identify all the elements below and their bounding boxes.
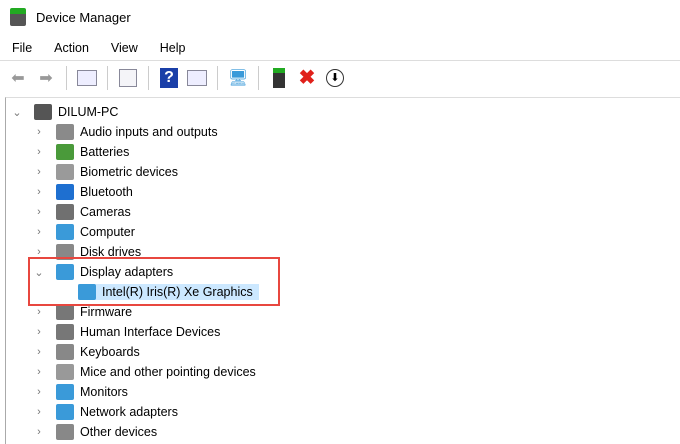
- chevron-right-icon[interactable]: ›: [34, 346, 44, 358]
- tree-item[interactable]: › Network adapters: [37, 402, 178, 422]
- speaker-icon: [56, 124, 74, 140]
- computer-icon: [56, 224, 74, 240]
- chevron-right-icon[interactable]: ›: [34, 406, 44, 418]
- computer-icon: [34, 104, 52, 120]
- tree-item[interactable]: › Cameras: [37, 202, 131, 222]
- menu-action[interactable]: Action: [54, 41, 89, 55]
- disable-icon[interactable]: ⬇: [323, 66, 347, 90]
- tree-item[interactable]: › Computer: [37, 222, 135, 242]
- title-bar: Device Manager: [0, 0, 680, 34]
- chevron-right-icon[interactable]: ›: [34, 186, 44, 198]
- menu-help[interactable]: Help: [160, 41, 186, 55]
- item-label: Batteries: [80, 145, 130, 159]
- show-action-pane-icon[interactable]: [185, 66, 209, 90]
- update-driver-icon[interactable]: [267, 66, 291, 90]
- chevron-right-icon[interactable]: ›: [34, 146, 44, 158]
- item-label: Audio inputs and outputs: [80, 125, 218, 139]
- menu-bar: File Action View Help: [0, 38, 208, 58]
- uninstall-icon[interactable]: ✖: [295, 66, 319, 90]
- item-label: Biometric devices: [80, 165, 178, 179]
- tree-item[interactable]: › Batteries: [37, 142, 130, 162]
- monitor-icon: [56, 384, 74, 400]
- chevron-right-icon[interactable]: ›: [34, 306, 44, 318]
- item-label: Other devices: [80, 425, 158, 439]
- properties-icon[interactable]: [116, 66, 140, 90]
- forward-icon[interactable]: ➡: [34, 66, 58, 90]
- tree-item[interactable]: › Keyboards: [37, 342, 140, 362]
- item-label: Mice and other pointing devices: [80, 365, 256, 379]
- item-label: Computer: [80, 225, 135, 239]
- item-label: Keyboards: [80, 345, 140, 359]
- menu-view[interactable]: View: [111, 41, 138, 55]
- window-title: Device Manager: [36, 9, 131, 25]
- item-label: Monitors: [80, 385, 128, 399]
- hid-icon: [56, 324, 74, 340]
- firmware-icon: [56, 304, 74, 320]
- chevron-right-icon[interactable]: ›: [34, 426, 44, 438]
- item-label: Firmware: [80, 305, 133, 319]
- help-icon[interactable]: ?: [157, 66, 181, 90]
- tree-item[interactable]: › Audio inputs and outputs: [37, 122, 218, 142]
- menu-file[interactable]: File: [12, 41, 32, 55]
- highlight-box: [28, 257, 280, 306]
- tree-root[interactable]: ⌄ DILUM-PC: [12, 102, 119, 122]
- tree-item[interactable]: › Other devices: [37, 422, 158, 442]
- keyboard-icon: [56, 344, 74, 360]
- item-label: Network adapters: [80, 405, 178, 419]
- bluetooth-icon: [56, 184, 74, 200]
- camera-icon: [56, 204, 74, 220]
- fingerprint-icon: [56, 164, 74, 180]
- tree-item[interactable]: › Biometric devices: [37, 162, 178, 182]
- mouse-icon: [56, 364, 74, 380]
- tree-item[interactable]: › Monitors: [37, 382, 128, 402]
- unknown-device-icon: [56, 424, 74, 440]
- item-label: Cameras: [80, 205, 131, 219]
- back-icon[interactable]: ⬅: [6, 66, 30, 90]
- item-label: Human Interface Devices: [80, 325, 221, 339]
- chevron-right-icon[interactable]: ›: [34, 386, 44, 398]
- chevron-right-icon[interactable]: ›: [34, 226, 44, 238]
- chevron-right-icon[interactable]: ›: [34, 166, 44, 178]
- toolbar: ⬅ ➡ ? 🖥 ✖ ⬇: [0, 60, 680, 94]
- device-manager-icon: [10, 8, 26, 26]
- scan-hardware-icon[interactable]: 🖥: [226, 66, 250, 90]
- show-hide-console-tree-icon[interactable]: [75, 66, 99, 90]
- item-label: DILUM-PC: [58, 105, 119, 119]
- tree-item[interactable]: › Bluetooth: [37, 182, 133, 202]
- chevron-right-icon[interactable]: ›: [34, 206, 44, 218]
- tree-item[interactable]: › Human Interface Devices: [37, 322, 221, 342]
- chevron-down-icon[interactable]: ⌄: [12, 106, 22, 119]
- network-icon: [56, 404, 74, 420]
- item-label: Bluetooth: [80, 185, 133, 199]
- tree-item[interactable]: › Mice and other pointing devices: [37, 362, 256, 382]
- chevron-right-icon[interactable]: ›: [34, 126, 44, 138]
- battery-icon: [56, 144, 74, 160]
- chevron-right-icon[interactable]: ›: [34, 366, 44, 378]
- chevron-right-icon[interactable]: ›: [34, 326, 44, 338]
